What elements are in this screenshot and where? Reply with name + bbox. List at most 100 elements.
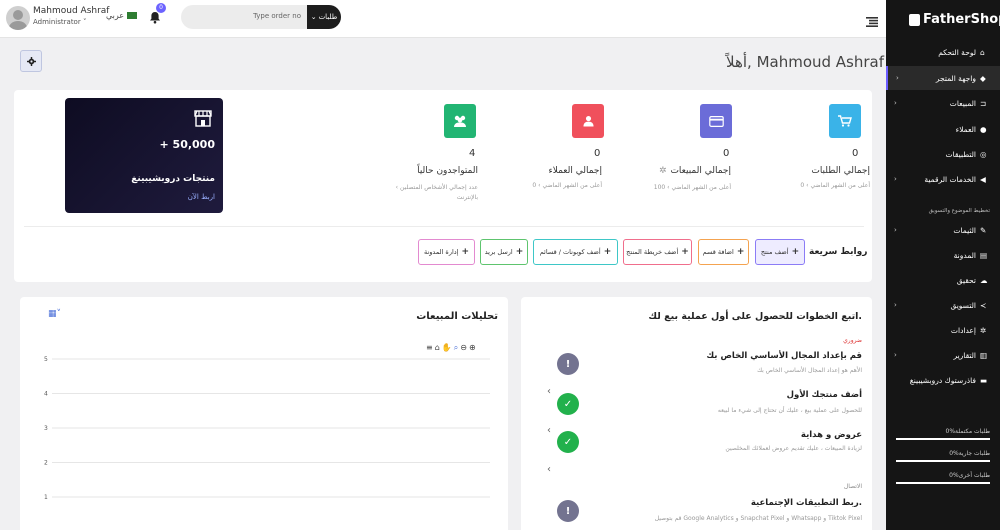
sidebar-item-reports[interactable]: › التقارير ▥ [886, 343, 1000, 367]
step-title[interactable]: أضف منتجك الأول [787, 390, 862, 400]
user-role-dropdown[interactable]: Administrator ˅ [33, 18, 86, 26]
user-icon [572, 104, 604, 138]
sidebar-item-verification[interactable]: تحقيق ☁ [886, 268, 1000, 292]
notification-badge: 0 [156, 3, 166, 13]
quick-link-add-category[interactable]: اضافة قسم + [698, 239, 749, 265]
order-search[interactable]: Type order no ⌄ طلبات [181, 5, 341, 29]
gear-icon [26, 56, 36, 66]
quick-link-label: اضافة قسم [702, 248, 734, 256]
pending-icon: ! [557, 353, 579, 375]
plus-icon: + [791, 247, 800, 257]
y-tick-label: 4 [44, 391, 48, 398]
top-bar: Mahmoud Ashraf Administrator ˅ عربي 0 Ty… [0, 0, 886, 38]
cloud-icon: ☁ [980, 276, 988, 285]
sidebar-item-label: الثيمات [953, 225, 976, 235]
search-input[interactable]: Type order no [253, 12, 301, 20]
stat-desc: 0 ‹ أعلى من الشهر الماضي [532, 182, 602, 189]
stat-value: 0 [852, 148, 859, 159]
quick-links-title: روابط سريعة [809, 247, 868, 257]
stat-desc: ‹ عدد إجمالي الأشخاص المتصلين [395, 184, 478, 191]
avatar[interactable] [6, 6, 30, 30]
sidebar-item-dashboard[interactable]: لوحة التحكم ⌂ [886, 40, 1000, 64]
sidebar-item-label: واجهة المتجر [935, 73, 976, 83]
sidebar-item-customers[interactable]: العملاء ● [886, 117, 1000, 141]
quick-link-label: إدارة المدونة [423, 248, 459, 256]
cart-icon [829, 104, 861, 138]
shopping-bag-icon [909, 13, 920, 26]
step-title[interactable]: قم بإعداد المجال الأساسي الخاص بك [706, 351, 862, 361]
other-orders-bar [896, 482, 990, 484]
quick-link-label: ارسل بريد [484, 248, 513, 256]
other-orders-stat: 0%طلبات أخرى [949, 472, 990, 479]
brand-logo[interactable]: FatherShops [909, 12, 1000, 27]
language-switch[interactable]: عربي [106, 11, 138, 20]
quick-link-label: أضف كوبونات / قسائم [539, 248, 601, 256]
stat-value: 0 [723, 148, 730, 159]
truck-icon: ▬ [980, 376, 988, 385]
quick-link-label: أضف منتج [760, 248, 789, 256]
sidebar-item-apps[interactable]: التطبيقات ◎ [886, 142, 1000, 166]
quick-link-send-mail[interactable]: ارسل بريد + [480, 239, 528, 265]
step-title[interactable]: عروض و هداية [801, 430, 862, 440]
check-icon: ✓ [557, 393, 579, 415]
sidebar-item-settings[interactable]: إعدادات ✲ [886, 318, 1000, 342]
stat-desc: 0 ‹ أعلى من الشهر الماضي [800, 182, 870, 189]
promo-link[interactable]: اربط الآن [188, 193, 215, 201]
stat-label: إجمالي العملاء [548, 166, 602, 176]
sidebar-section-label: تخطيط الموضوع والتسويق [928, 208, 990, 214]
chevron-right-icon: › [894, 351, 897, 359]
dropshipping-promo[interactable]: + 50,000 منتجات دروبشيبينغ اربط الآن [65, 98, 223, 213]
connect-label: الاتصال [843, 483, 862, 490]
users-icon [444, 104, 476, 138]
search-type-dropdown[interactable]: ⌄ طلبات [307, 5, 341, 29]
apps-icon: ◎ [980, 150, 987, 159]
completed-orders-bar [896, 438, 990, 440]
sidebar-item-label: المبيعات [949, 98, 976, 108]
required-label: ضروري [843, 337, 862, 344]
quick-link-add-coupons[interactable]: أضف كوبونات / قسائم + [533, 239, 618, 265]
newspaper-icon: ▤ [980, 251, 988, 260]
pending-icon: ! [557, 500, 579, 522]
divider [24, 226, 864, 227]
sidebar-item-digital-services[interactable]: › الخدمات الرقمية ◀ [886, 167, 1000, 191]
step-desc: للحصول على عملية بيع ، عليك أن تحتاج إلى… [717, 407, 862, 414]
chevron-left-icon[interactable]: ‹ [547, 386, 551, 397]
chevron-right-icon: › [894, 175, 897, 183]
sidebar-item-label: الخدمات الرقمية [924, 174, 976, 184]
sidebar-item-storefront[interactable]: › واجهة المتجر ◆ [886, 66, 1000, 90]
y-tick-label: 2 [44, 460, 48, 467]
sidebar-item-label: إعدادات [950, 325, 976, 335]
chevron-left-icon[interactable]: ‹ [547, 425, 551, 436]
sidebar-item-blog[interactable]: المدونة ▤ [886, 243, 1000, 267]
brush-icon: ✎ [980, 226, 987, 235]
cart-icon: ⊐ [980, 99, 987, 108]
gear-icon[interactable]: ✲ [659, 166, 667, 176]
menu-toggle-icon[interactable] [866, 12, 878, 27]
promo-title: منتجات دروبشيبينغ [131, 174, 215, 184]
brand-name: FatherShops [923, 12, 1000, 27]
y-tick-label: 3 [44, 425, 48, 432]
page-title: أهلاً, Mahmoud Ashraf [726, 53, 885, 71]
sidebar-item-marketing[interactable]: › التسويق ≺ [886, 293, 1000, 317]
plus-icon: + [515, 247, 524, 257]
step-desc: لزيادة المبيعات ، عليك تقديم عروض لعملائ… [725, 445, 862, 452]
stat-desc-2: بالإنترنت [456, 194, 478, 201]
search-type-label: طلبات [318, 13, 338, 21]
sidebar-item-label: التسويق [950, 300, 976, 310]
sidebar-item-dropshipping[interactable]: فاذرستوك دروبشيبينغ ▬ [886, 368, 1000, 392]
quick-link-manage-blog[interactable]: إدارة المدونة + [418, 239, 475, 265]
step-desc: قم بتوصيل Google Analytics و Snapchat Pi… [654, 515, 862, 522]
pending-orders-stat: 0%طلبات جارية [949, 450, 990, 457]
chevron-left-icon[interactable]: ‹ [547, 464, 551, 475]
quick-link-product-map[interactable]: أضف خريطة المنتج + [623, 239, 692, 265]
step-title[interactable]: ربط التطبيقات الإجتماعية. [751, 498, 862, 508]
settings-button[interactable] [20, 50, 42, 72]
promo-amount: + 50,000 [159, 138, 216, 151]
user-name[interactable]: Mahmoud Ashraf [33, 6, 109, 16]
stat-value: 4 [469, 148, 476, 159]
sidebar-item-themes[interactable]: › الثيمات ✎ [886, 218, 1000, 242]
sidebar-item-sales[interactable]: › المبيعات ⊐ [886, 91, 1000, 115]
quick-link-add-product[interactable]: أضف منتج + [755, 239, 805, 265]
plus-icon: + [603, 247, 612, 257]
stat-desc: 100 ‹ أعلى من الشهر الماضي [653, 184, 731, 191]
